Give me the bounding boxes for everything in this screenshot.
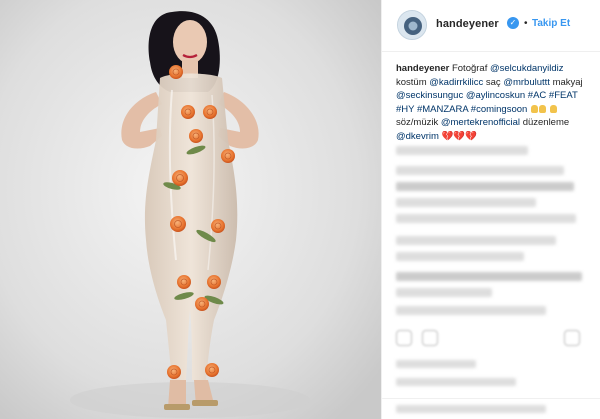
blurred-comment [396,146,528,155]
blurred-comment [396,252,524,261]
follow-button[interactable]: Takip Et [532,18,570,29]
woman-in-rose-dress-image [0,0,381,419]
blurred-comment [396,288,492,297]
blurred-comment [396,306,546,315]
praise-hands-icon [538,104,546,113]
like-icon[interactable] [396,330,412,346]
mention-music[interactable]: @mertekrenofficial [441,117,520,128]
avatar-image [398,11,426,39]
comment-icon[interactable] [422,330,438,346]
save-icon[interactable] [564,330,580,346]
caption-text-music: söz/müzik [396,117,439,129]
blurred-comment [396,182,574,191]
praise-hands-icon [530,104,538,113]
caption-text-photo: Fotoğraf [451,63,488,74]
username-link[interactable]: handeyener [436,18,499,30]
caption-text-makeup: makyaj [552,76,583,88]
separator-dot: • [524,18,528,29]
verified-badge-icon: ✓ [507,17,519,29]
broken-hearts: 💔💔💔 [441,130,478,142]
post-header: handeyener ✓ • Takip Et [382,0,600,52]
blurred-likes [396,360,476,368]
blurred-comment [396,236,556,245]
blurred-comment [396,198,536,207]
avatar[interactable] [397,10,427,40]
mention-makeup-2[interactable]: @aylincoskun [466,90,525,101]
blurred-comment [396,272,582,281]
blurred-timestamp [396,378,516,386]
instagram-post-window: handeyener ✓ • Takip Et handeyener Fotoğ… [0,0,600,419]
divider [382,398,600,399]
mention-costume[interactable]: @kadirrkilicc [429,77,483,88]
post-caption: handeyener Fotoğraf @selcukdanyildiz kos… [396,62,594,144]
mention-edit[interactable]: @dkevrim [396,131,439,142]
mention-makeup-1[interactable]: @seckinsunguc [396,90,463,101]
blurred-comment [396,214,576,223]
blurred-comment-input[interactable] [396,405,546,413]
post-sidebar: handeyener ✓ • Takip Et handeyener Fotoğ… [381,0,600,419]
caption-author[interactable]: handeyener [396,63,449,74]
caption-text-costume: kostüm [396,76,427,88]
mention-photo[interactable]: @selcukdanyildiz [490,63,564,74]
caption-text-edit: düzenleme [522,117,570,129]
blurred-comment [396,166,564,175]
praise-hands-icon [549,104,557,113]
action-icons-blurred [396,330,586,350]
post-photo[interactable] [0,0,381,419]
mention-hair[interactable]: @mrbuluttt [503,77,550,88]
caption-text-hair: saç [485,76,501,88]
